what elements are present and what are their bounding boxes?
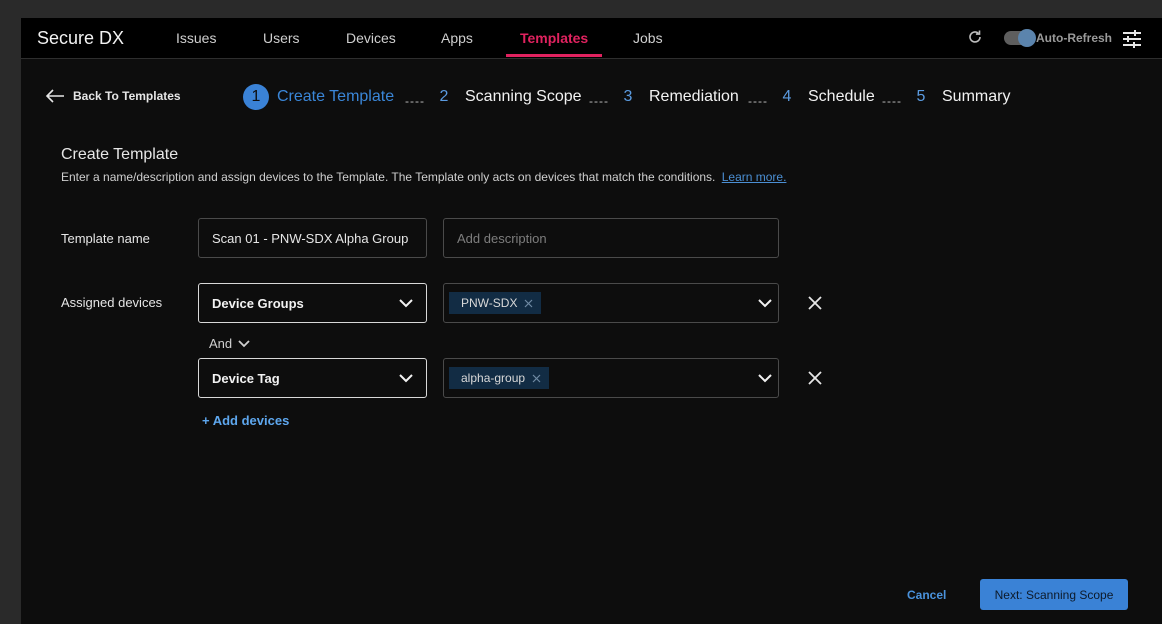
- operator-label: And: [209, 336, 233, 351]
- step-create-template[interactable]: 1 Create Template: [243, 84, 394, 110]
- back-label: Back To Templates: [73, 89, 181, 103]
- step-label: Schedule: [808, 88, 875, 105]
- nav-tab-devices[interactable]: Devices: [346, 18, 396, 59]
- back-to-templates-link[interactable]: Back To Templates: [45, 88, 181, 104]
- auto-refresh-toggle[interactable]: [1004, 29, 1036, 47]
- chevron-down-icon: [238, 339, 250, 347]
- app-window: Secure DX Issues Users Devices Apps Temp…: [21, 18, 1162, 624]
- step-label: Create Template: [277, 88, 395, 105]
- step-label: Scanning Scope: [465, 88, 582, 105]
- nav-tab-jobs[interactable]: Jobs: [633, 18, 663, 59]
- select-value: Device Groups: [212, 295, 304, 311]
- condition-values-select[interactable]: alpha-group: [443, 358, 779, 398]
- step-separator: ----: [748, 94, 768, 108]
- description-input[interactable]: Add description: [443, 218, 779, 258]
- step-number: 4: [782, 88, 792, 105]
- template-name-label: Template name: [61, 231, 150, 246]
- condition-values-select[interactable]: PNW-SDX: [443, 283, 779, 323]
- step-separator: ----: [405, 94, 425, 108]
- top-nav-bar: Secure DX Issues Users Devices Apps Temp…: [21, 18, 1162, 59]
- chevron-down-icon[interactable]: [758, 373, 772, 383]
- filter-settings-icon[interactable]: [1122, 29, 1142, 49]
- add-devices-button[interactable]: + Add devices: [202, 413, 289, 428]
- nav-tab-apps[interactable]: Apps: [441, 18, 473, 59]
- value-chip: PNW-SDX: [449, 292, 542, 314]
- arrow-left-icon: [45, 89, 64, 103]
- step-label: Remediation: [649, 88, 739, 105]
- condition-type-select[interactable]: Device Groups: [198, 283, 427, 323]
- chevron-down-icon[interactable]: [758, 298, 772, 308]
- step-schedule[interactable]: 4 Schedule: [774, 84, 875, 110]
- select-value: Device Tag: [212, 370, 280, 386]
- section-description: Enter a name/description and assign devi…: [61, 170, 786, 184]
- step-separator: ----: [589, 94, 609, 108]
- step-separator: ----: [882, 94, 902, 108]
- chip-remove-icon[interactable]: [524, 299, 533, 308]
- learn-more-link[interactable]: Learn more.: [722, 170, 787, 184]
- step-number: 1: [243, 84, 269, 110]
- condition-operator-dropdown[interactable]: And: [209, 336, 250, 351]
- nav-tab-users[interactable]: Users: [263, 18, 300, 59]
- chip-label: PNW-SDX: [461, 296, 518, 310]
- remove-condition-icon[interactable]: [808, 296, 822, 310]
- remove-condition-icon[interactable]: [808, 371, 822, 385]
- chip-remove-icon[interactable]: [532, 374, 541, 383]
- step-scanning-scope[interactable]: 2 Scanning Scope: [431, 84, 582, 110]
- step-number: 3: [623, 88, 633, 105]
- toggle-knob: [1018, 29, 1036, 47]
- step-number: 5: [916, 88, 926, 105]
- assigned-devices-label: Assigned devices: [61, 295, 163, 310]
- description-text: Enter a name/description and assign devi…: [61, 170, 716, 184]
- value-chip: alpha-group: [449, 367, 550, 389]
- chip-label: alpha-group: [461, 371, 526, 385]
- refresh-icon[interactable]: [967, 29, 983, 47]
- chevron-down-icon: [399, 298, 413, 307]
- step-number: 2: [439, 88, 449, 105]
- cancel-button[interactable]: Cancel: [907, 588, 946, 602]
- auto-refresh-label: Auto-Refresh: [1036, 31, 1113, 45]
- app-title: Secure DX: [37, 28, 125, 48]
- template-name-input[interactable]: Scan 01 - PNW-SDX Alpha Group: [198, 218, 427, 258]
- next-scanning-scope-button[interactable]: Next: Scanning Scope: [980, 579, 1128, 610]
- step-label: Summary: [942, 88, 1011, 105]
- step-remediation[interactable]: 3 Remediation: [615, 84, 739, 110]
- chevron-down-icon: [399, 373, 413, 382]
- nav-tab-templates[interactable]: Templates: [505, 18, 603, 59]
- condition-type-select[interactable]: Device Tag: [198, 358, 427, 398]
- section-title: Create Template: [61, 146, 179, 163]
- nav-tab-issues[interactable]: Issues: [176, 18, 216, 59]
- step-summary[interactable]: 5 Summary: [908, 84, 1011, 110]
